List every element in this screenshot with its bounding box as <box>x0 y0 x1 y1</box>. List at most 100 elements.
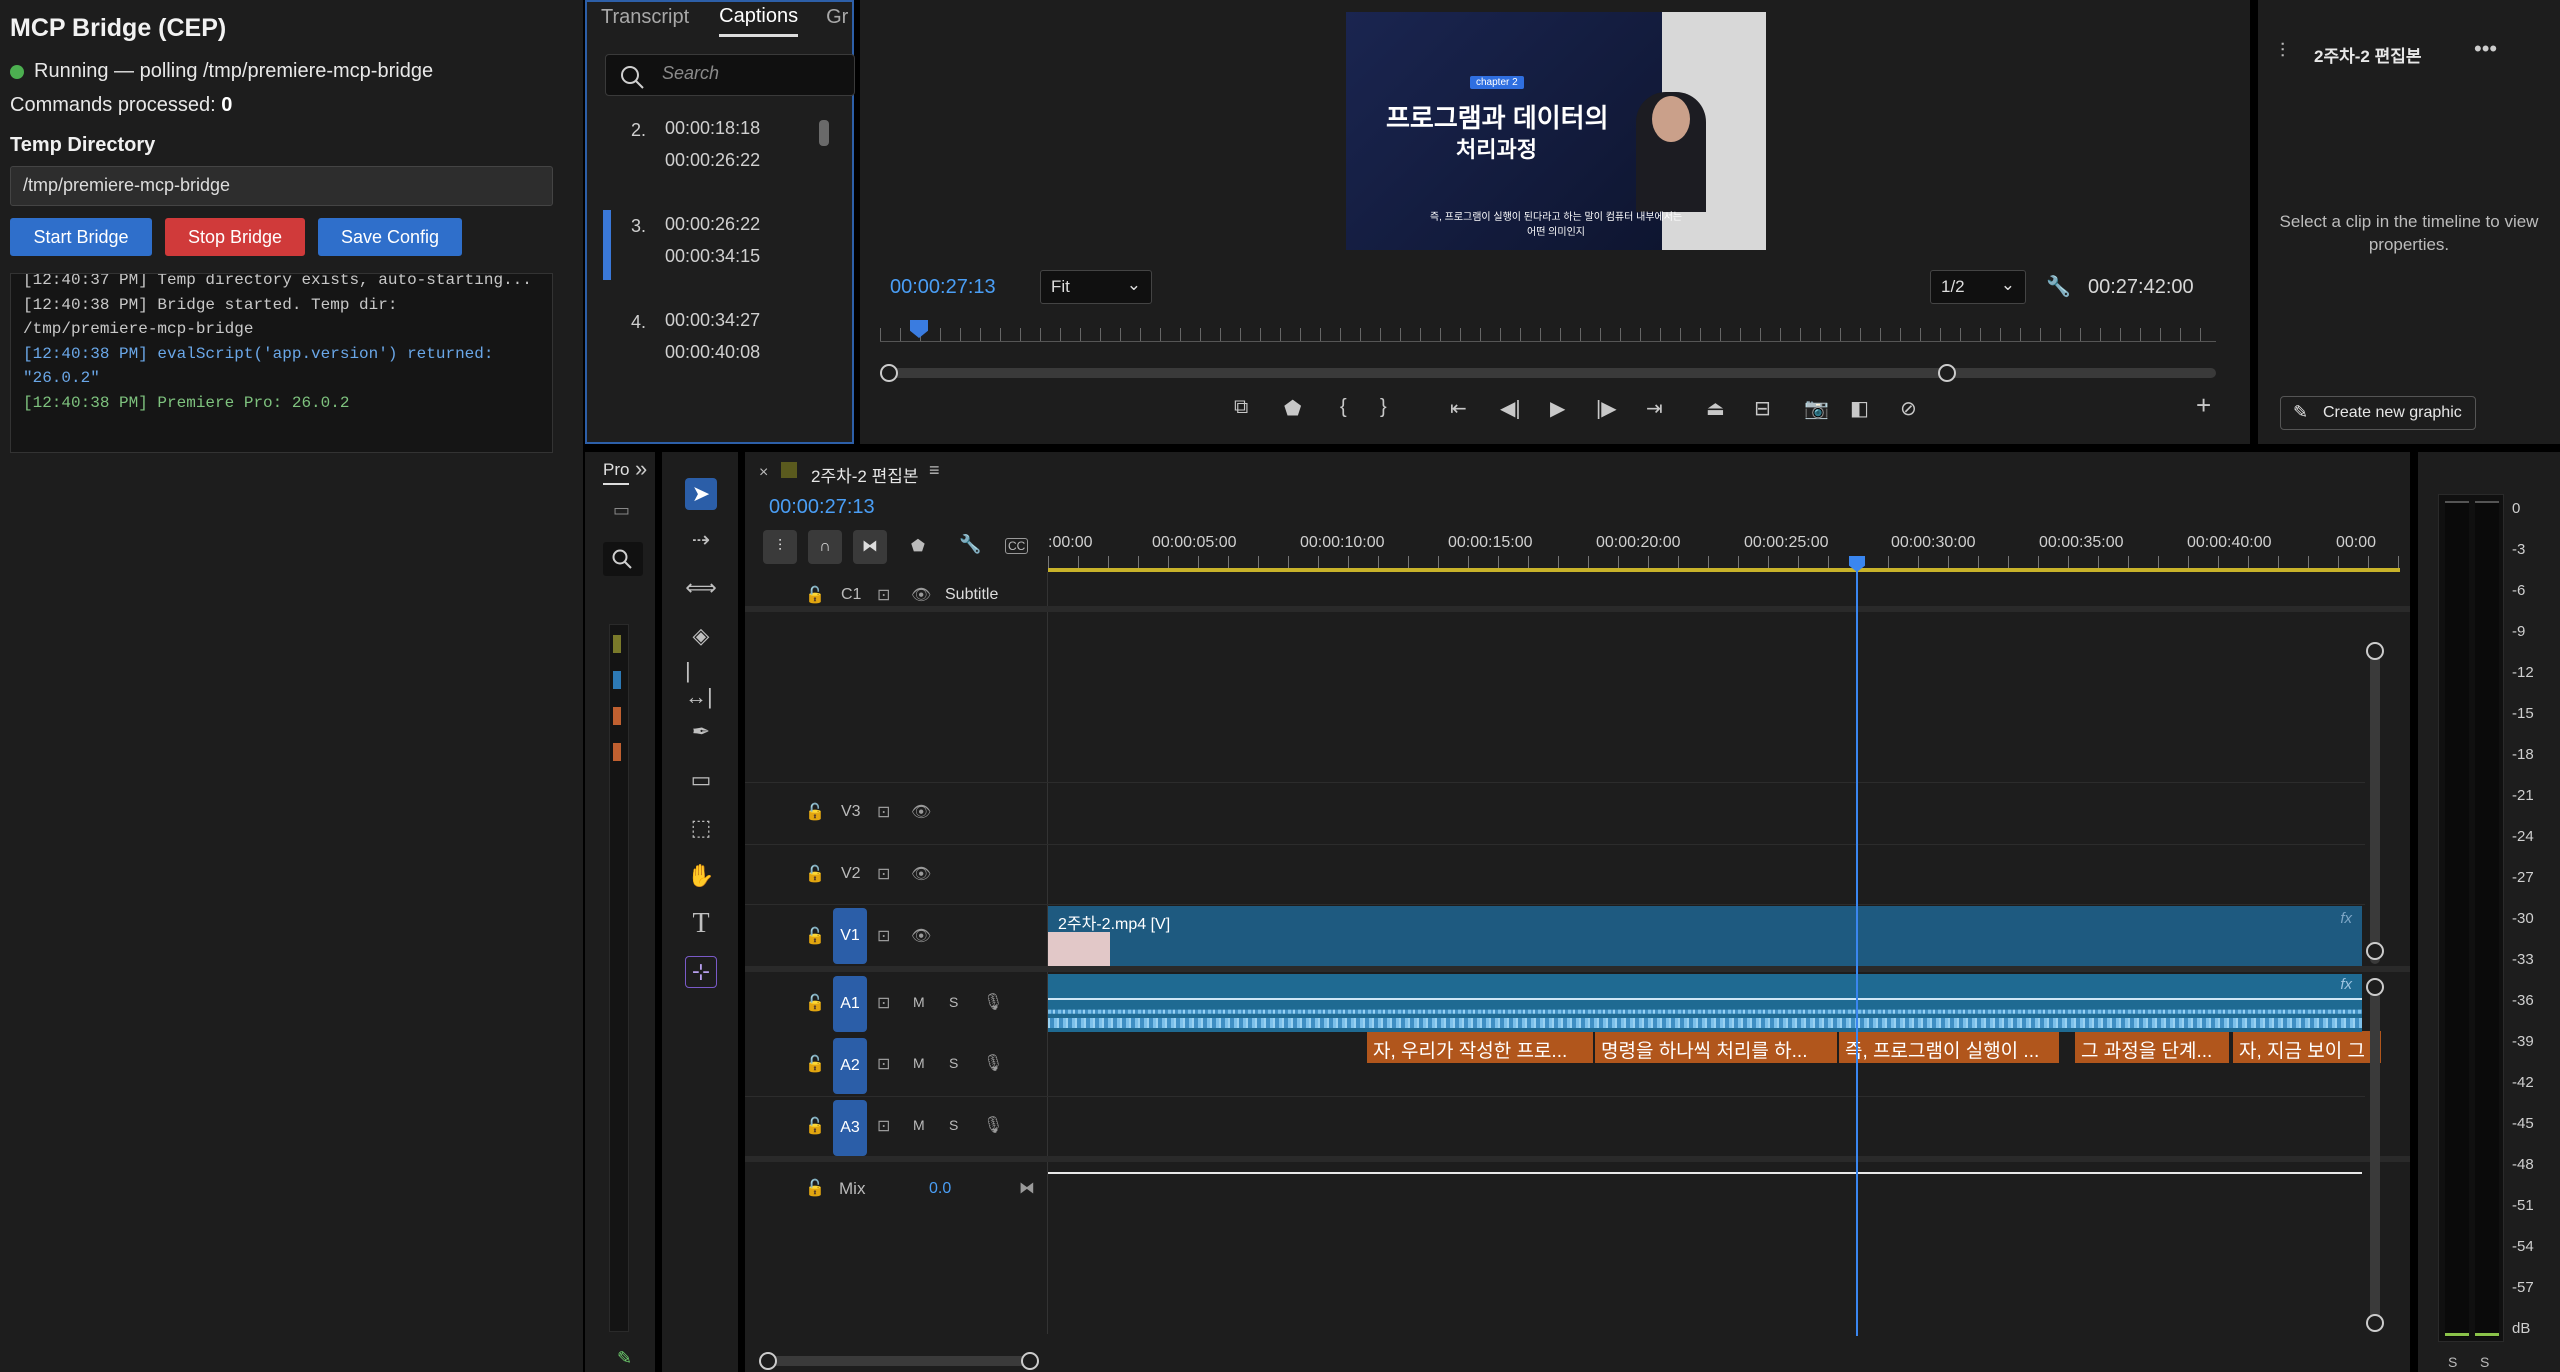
caption-scrollbar[interactable] <box>819 120 829 146</box>
lift-icon[interactable]: ⏏ <box>1706 396 1725 421</box>
scroll-handle[interactable] <box>2366 1314 2384 1332</box>
tab-project[interactable]: Pro <box>603 460 630 485</box>
stop-bridge-button[interactable]: Stop Bridge <box>165 218 305 256</box>
captions-icon[interactable]: CC <box>1005 538 1029 554</box>
lock-icon[interactable]: 🔓 <box>805 926 825 946</box>
caption-clip[interactable]: 자, 우리가 작성한 프로... <box>1367 1031 1595 1063</box>
caption-tool-icon[interactable]: ⊹ <box>685 956 717 988</box>
tab-captions[interactable]: Captions <box>719 5 799 37</box>
start-bridge-button[interactable]: Start Bridge <box>10 218 152 256</box>
step-back-icon[interactable]: ◀| <box>1500 396 1521 421</box>
video-scrollbar[interactable] <box>2370 642 2380 964</box>
ripple-edit-tool-icon[interactable]: ⟺ <box>685 572 717 604</box>
mute-button[interactable]: M <box>913 1055 925 1071</box>
solo-left-button[interactable]: S <box>2448 1354 2457 1370</box>
track-select-tool-icon[interactable]: ⇢ <box>685 524 717 556</box>
sync-icon[interactable]: ⊡ <box>877 926 890 946</box>
lock-icon[interactable]: 🔓 <box>805 993 825 1013</box>
solo-right-button[interactable]: S <box>2480 1354 2489 1370</box>
lock-icon[interactable]: 🔓 <box>805 1116 825 1136</box>
work-area-bar[interactable] <box>1048 568 2400 572</box>
sync-icon[interactable]: ⊡ <box>877 864 890 884</box>
caption-clip[interactable]: 명령을 하나씩 처리를 하... <box>1595 1031 1839 1063</box>
lock-icon[interactable]: 🔓 <box>805 802 825 822</box>
selection-tool-icon[interactable]: ➤ <box>685 478 717 510</box>
mute-button[interactable]: M <box>913 1117 925 1133</box>
create-new-graphic-button[interactable]: ✎ Create new graphic <box>2280 396 2476 430</box>
eye-icon[interactable]: 👁 <box>911 585 931 605</box>
tab-graphics[interactable]: Gr <box>826 6 848 29</box>
camera-icon[interactable]: 📷 <box>1804 396 1829 421</box>
tab-transcript[interactable]: Transcript <box>601 6 689 29</box>
nest-toggle-icon[interactable]: ⫶ <box>763 530 797 564</box>
pen-tool-icon[interactable]: ✒ <box>685 716 717 748</box>
caption-clip[interactable]: 자, 지금 보이 그 <box>2233 1031 2383 1063</box>
pencil-icon[interactable]: ✎ <box>617 1348 632 1369</box>
program-ruler[interactable] <box>880 328 2216 342</box>
microphone-icon[interactable]: 🎙 <box>983 1053 1003 1073</box>
snap-magnet-icon[interactable]: ∩ <box>808 530 842 564</box>
caption-clip[interactable]: 즉, 프로그램이 실행이 ... <box>1839 1031 2061 1063</box>
mix-volume-value[interactable]: 0.0 <box>929 1180 951 1198</box>
menu-icon[interactable]: ≡ <box>929 460 940 481</box>
caption-clip[interactable]: 그 과정을 단계... <box>2075 1031 2231 1063</box>
timeline-timecode[interactable]: 00:00:27:13 <box>769 496 875 519</box>
add-marker-icon[interactable]: ⬟ <box>911 536 925 556</box>
go-to-in-icon[interactable]: ⇤ <box>1450 396 1467 421</box>
comparison-view-icon[interactable]: ◧ <box>1850 396 1869 421</box>
microphone-icon[interactable]: 🎙 <box>983 1115 1003 1135</box>
mix-volume-line[interactable] <box>1048 1172 2362 1174</box>
select-area-tool-icon[interactable]: ⬚ <box>685 812 717 844</box>
sync-icon[interactable]: ⊡ <box>877 585 890 605</box>
lock-icon[interactable]: 🔓 <box>805 585 825 605</box>
wrench-icon[interactable]: 🔧 <box>2046 274 2071 299</box>
razor-tool-icon[interactable]: ◈ <box>685 620 717 652</box>
play-icon[interactable]: ▶ <box>1550 396 1565 421</box>
temp-dir-input[interactable]: /tmp/premiere-mcp-bridge <box>10 166 553 206</box>
sync-icon[interactable]: ⊡ <box>877 802 890 822</box>
track-target-a2[interactable]: A2 <box>833 1038 867 1094</box>
linked-selection-icon[interactable]: ⧓ <box>853 530 887 564</box>
caption-item[interactable]: 4. 00:00:34:27 00:00:40:08 <box>587 296 852 392</box>
caption-item-selected[interactable]: 3. 00:00:26:22 00:00:34:15 <box>587 200 852 296</box>
eye-icon[interactable]: 👁 <box>911 864 931 884</box>
lock-icon[interactable]: 🔓 <box>805 1054 825 1074</box>
solo-button[interactable]: S <box>949 994 958 1010</box>
scroll-handle[interactable] <box>2366 642 2384 660</box>
bowtie-icon[interactable]: ⧓ <box>1019 1178 1035 1198</box>
compare-icon[interactable]: ⧉ <box>1234 396 1248 419</box>
new-bin-icon[interactable]: ▭ <box>613 500 630 521</box>
expand-panels-icon[interactable]: » <box>635 456 647 482</box>
mark-out-icon[interactable]: } <box>1380 396 1387 419</box>
track-target-v1[interactable]: V1 <box>833 908 867 964</box>
close-tab-icon[interactable]: × <box>759 464 768 482</box>
eye-icon[interactable]: 👁 <box>911 802 931 822</box>
project-item-list[interactable] <box>609 624 629 1332</box>
fit-dropdown[interactable]: Fit ⌄ <box>1040 270 1152 304</box>
zoom-handle-right[interactable] <box>1938 364 1956 382</box>
scroll-handle[interactable] <box>2366 978 2384 996</box>
slip-tool-icon[interactable]: |↔| <box>685 658 717 709</box>
add-button-icon[interactable]: + <box>2196 390 2211 421</box>
track-target-a1[interactable]: A1 <box>833 976 867 1032</box>
marker-icon[interactable]: ⬟ <box>1284 396 1301 421</box>
playhead-line[interactable] <box>1856 556 1858 1336</box>
sync-icon[interactable]: ⊡ <box>877 993 890 1013</box>
microphone-icon[interactable]: 🎙 <box>983 992 1003 1012</box>
hand-tool-icon[interactable]: ✋ <box>685 860 717 892</box>
lock-icon[interactable]: 🔓 <box>805 1178 825 1198</box>
sequence-tab[interactable]: 2주차-2 편집본 <box>811 462 919 487</box>
type-tool-icon[interactable]: T <box>685 908 717 940</box>
rectangle-tool-icon[interactable]: ▭ <box>685 764 717 796</box>
step-forward-icon[interactable]: |▶ <box>1596 396 1617 421</box>
go-to-out-icon[interactable]: ⇥ <box>1646 396 1663 421</box>
program-timecode[interactable]: 00:00:27:13 <box>890 276 996 299</box>
video-clip[interactable]: 2주차-2.mp4 [V] fx <box>1048 906 2362 966</box>
scroll-handle[interactable] <box>2366 942 2384 960</box>
solo-button[interactable]: S <box>949 1117 958 1133</box>
safe-margins-icon[interactable]: ⊘ <box>1900 396 1917 421</box>
zoom-scrollbar[interactable] <box>880 368 2216 378</box>
more-options-icon[interactable]: ••• <box>2474 36 2497 62</box>
solo-button[interactable]: S <box>949 1055 958 1071</box>
horizontal-scrollbar[interactable] <box>763 1356 1027 1366</box>
